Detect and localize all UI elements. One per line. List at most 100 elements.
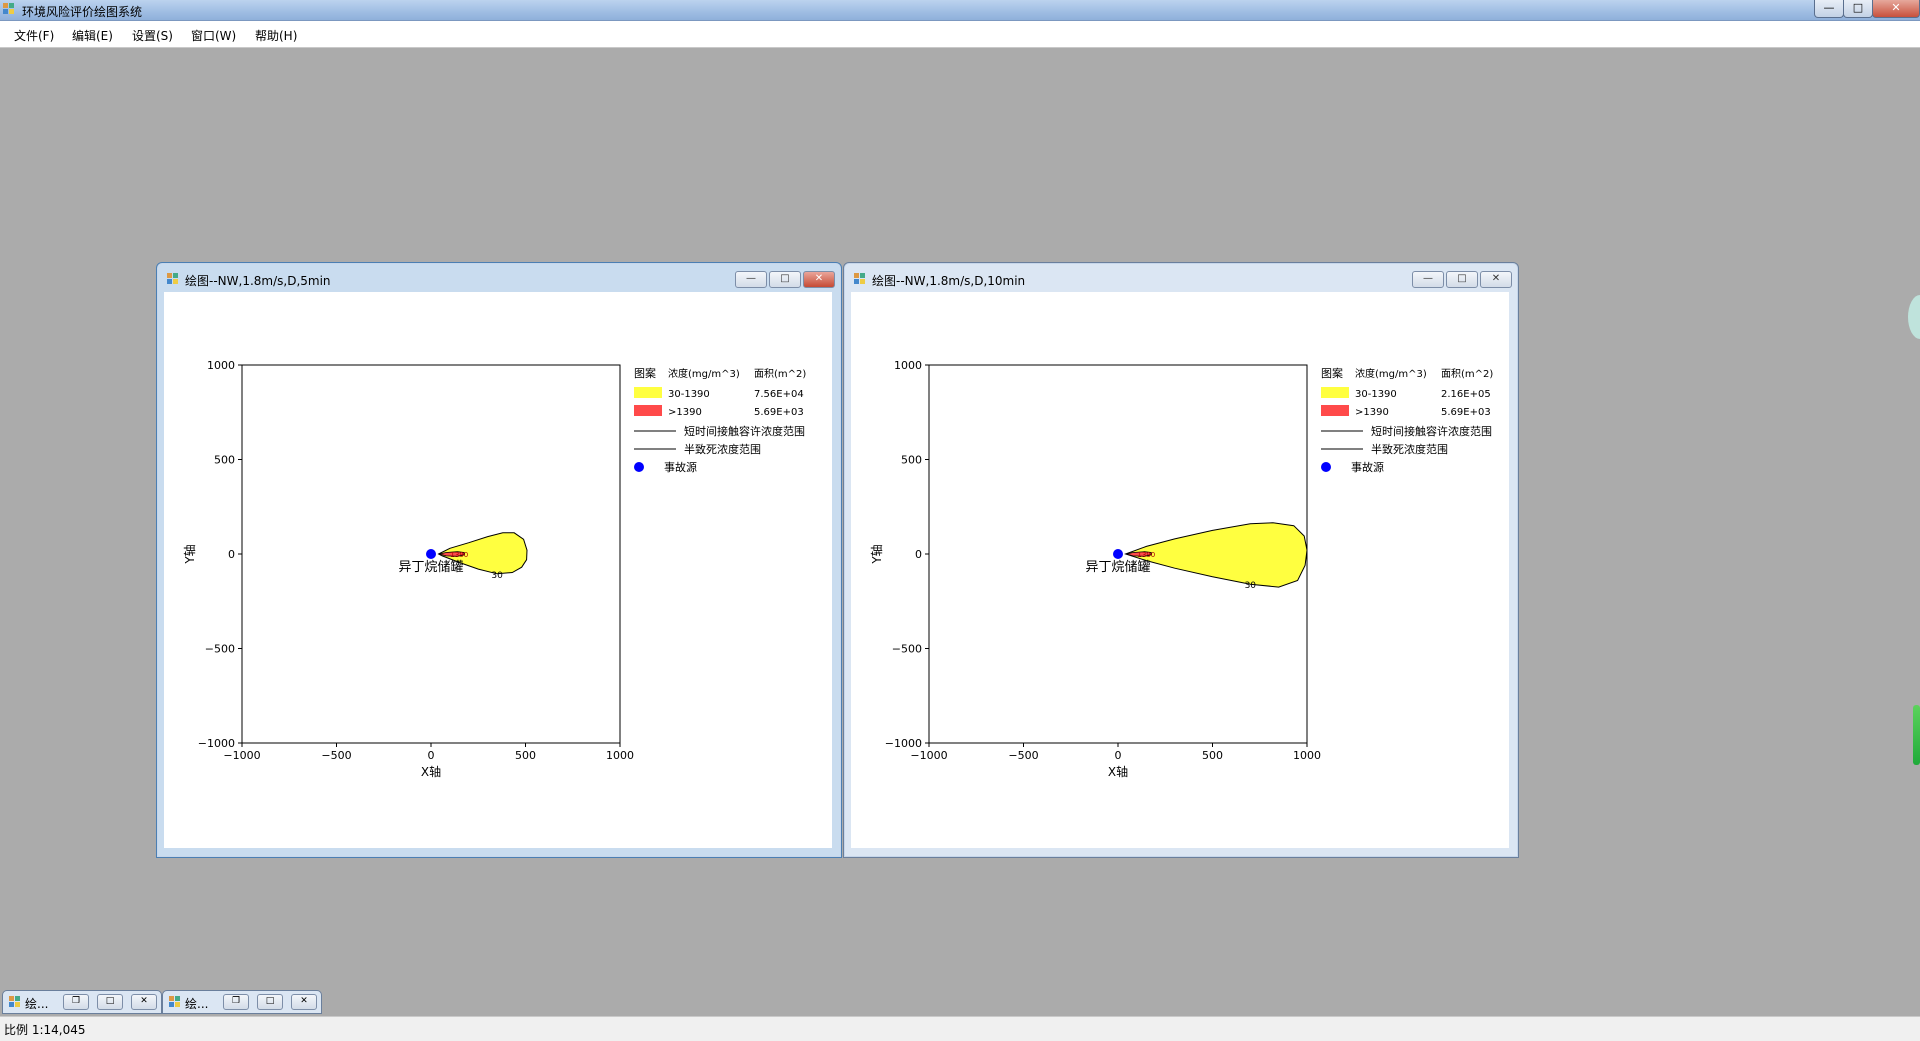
x-tick-label: 0 — [428, 749, 435, 762]
contour-label-1390: 1390 — [1137, 551, 1155, 559]
y-tick-label: 0 — [228, 548, 235, 561]
y-axis-label: Y轴 — [182, 544, 197, 564]
x-tick-label: 500 — [1202, 749, 1223, 762]
restore-button[interactable]: ❐ — [63, 994, 89, 1010]
menu-bar: 文件(F) 编辑(E) 设置(S) 窗口(W) 帮助(H) — [0, 21, 1920, 48]
plot-window-5min[interactable]: 绘图--NW,1.8m/s,D,5min — □ ✕ −1000 −1000 −50… — [156, 262, 842, 858]
legend-point-label: 事故源 — [664, 460, 697, 474]
minimized-title: 绘... — [185, 997, 209, 1011]
legend-swatch — [1321, 405, 1349, 416]
legend-range: 30-1390 — [668, 389, 710, 400]
x-tick-label: 1000 — [606, 749, 634, 762]
maximize-button[interactable]: □ — [1446, 271, 1478, 288]
legend-range: >1390 — [1355, 407, 1389, 418]
y-tick-label: 500 — [901, 454, 922, 467]
minimize-button[interactable]: — — [735, 271, 767, 288]
contour-label-30: 30 — [491, 571, 503, 581]
source-label: 异丁烷储罐 — [398, 560, 463, 575]
x-tick-label: −500 — [1008, 749, 1038, 762]
window-title: 绘图--NW,1.8m/s,D,10min — [872, 274, 1026, 288]
x-tick-label: 0 — [1115, 749, 1122, 762]
menu-edit[interactable]: 编辑(E) — [72, 27, 113, 44]
status-bar: 比例 1:14,045 — [0, 1016, 1920, 1041]
scroll-indicator — [1913, 705, 1920, 765]
y-tick-label: 0 — [915, 548, 922, 561]
close-button[interactable]: ✕ — [803, 271, 835, 288]
minimize-button[interactable]: — — [1814, 0, 1844, 18]
menu-settings[interactable]: 设置(S) — [132, 27, 173, 44]
window-title: 绘图--NW,1.8m/s,D,5min — [185, 274, 331, 288]
x-tick-label: −1000 — [910, 749, 947, 762]
contour-label-1390: 1390 — [450, 551, 468, 559]
x-axis-label: X轴 — [421, 764, 441, 779]
x-tick-label: −1000 — [223, 749, 260, 762]
close-button[interactable]: ✕ — [1872, 0, 1920, 18]
source-label: 异丁烷储罐 — [1085, 560, 1150, 575]
legend-range: >1390 — [668, 407, 702, 418]
legend-area: 2.16E+05 — [1441, 389, 1491, 400]
y-tick-label: 500 — [214, 454, 235, 467]
window-icon — [9, 996, 20, 1007]
restore-button[interactable]: ❐ — [223, 994, 249, 1010]
window-controls: — □ ✕ — [1410, 271, 1512, 288]
legend-header-conc: 浓度(mg/m^3) — [668, 367, 740, 380]
legend-line-label: 短时间接触容许浓度范围 — [684, 424, 805, 438]
y-tick-label: −1000 — [885, 737, 922, 750]
legend-point — [634, 462, 644, 472]
minimized-title: 绘... — [25, 997, 49, 1011]
app-title: 环境风险评价绘图系统 — [22, 5, 143, 19]
window-icon — [854, 273, 865, 284]
maximize-button[interactable]: □ — [97, 994, 123, 1010]
legend-area: 7.56E+04 — [754, 389, 804, 400]
plot-canvas: −1000 −1000 −500 −500 0 0 500 500 1000 1000 X轴 Y轴 30… — [164, 292, 832, 848]
legend-point-label: 事故源 — [1351, 460, 1384, 474]
close-button[interactable]: ✕ — [291, 994, 317, 1010]
x-tick-label: 1000 — [1293, 749, 1321, 762]
menu-file[interactable]: 文件(F) — [14, 27, 54, 44]
window-icon — [167, 273, 178, 284]
x-tick-label: 500 — [515, 749, 536, 762]
y-axis-label: Y轴 — [869, 544, 884, 564]
legend-header-conc: 浓度(mg/m^3) — [1355, 367, 1427, 380]
legend-line-label: 半致死浓度范围 — [1371, 442, 1448, 456]
y-tick-label: −500 — [892, 643, 922, 656]
legend-point — [1321, 462, 1331, 472]
app-icon — [3, 3, 14, 14]
plot-canvas: −1000 −1000 −500 −500 0 0 500 500 1000 1000 X轴 Y轴 30… — [851, 292, 1509, 848]
accident-source-point — [426, 549, 436, 559]
legend-header-area: 面积(m^2) — [754, 368, 806, 380]
legend-header-pattern: 图案 — [1321, 366, 1343, 380]
legend-line-label: 短时间接触容许浓度范围 — [1371, 424, 1492, 438]
y-tick-label: −500 — [205, 643, 235, 656]
plume-chart: −1000−1000 −500 −500 0 0 500 500 1000 1000 X轴 Y轴 30… — [182, 359, 806, 779]
minimized-window-2[interactable]: 绘... ❐ □ ✕ — [162, 990, 322, 1014]
contour-label-30: 30 — [1245, 581, 1257, 591]
x-tick-label: −500 — [321, 749, 351, 762]
maximize-button[interactable]: □ — [257, 994, 283, 1010]
y-tick-label: 1000 — [894, 359, 922, 372]
plume-chart: −1000−1000 −500 −500 0 0 500 500 1000 1000 X轴 Y轴 30… — [869, 359, 1493, 779]
minimize-button[interactable]: — — [1412, 271, 1444, 288]
minimized-window-1[interactable]: 绘... ❐ □ ✕ — [2, 990, 162, 1014]
window-controls: — □ ✕ — [733, 271, 835, 288]
x-axis-label: X轴 — [1108, 764, 1128, 779]
legend-swatch — [634, 405, 662, 416]
legend-swatch — [1321, 387, 1349, 398]
legend-swatch — [634, 387, 662, 398]
close-button[interactable]: ✕ — [1480, 271, 1512, 288]
legend-header-area: 面积(m^2) — [1441, 368, 1493, 380]
legend-range: 30-1390 — [1355, 389, 1397, 400]
scale-text: 比例 1:14,045 — [4, 1023, 86, 1037]
menu-help[interactable]: 帮助(H) — [255, 27, 297, 44]
app-titlebar: 环境风险评价绘图系统 — □ ✕ — [0, 0, 1920, 21]
close-button[interactable]: ✕ — [131, 994, 157, 1010]
y-tick-label: −1000 — [198, 737, 235, 750]
window-icon — [169, 996, 180, 1007]
maximize-button[interactable]: □ — [1843, 0, 1873, 18]
legend-header-pattern: 图案 — [634, 366, 656, 380]
accident-source-point — [1113, 549, 1123, 559]
maximize-button[interactable]: □ — [769, 271, 801, 288]
legend-area: 5.69E+03 — [754, 407, 804, 418]
menu-window[interactable]: 窗口(W) — [191, 27, 236, 44]
plot-window-10min[interactable]: 绘图--NW,1.8m/s,D,10min — □ ✕ −1000 −1000 −5… — [843, 262, 1519, 858]
